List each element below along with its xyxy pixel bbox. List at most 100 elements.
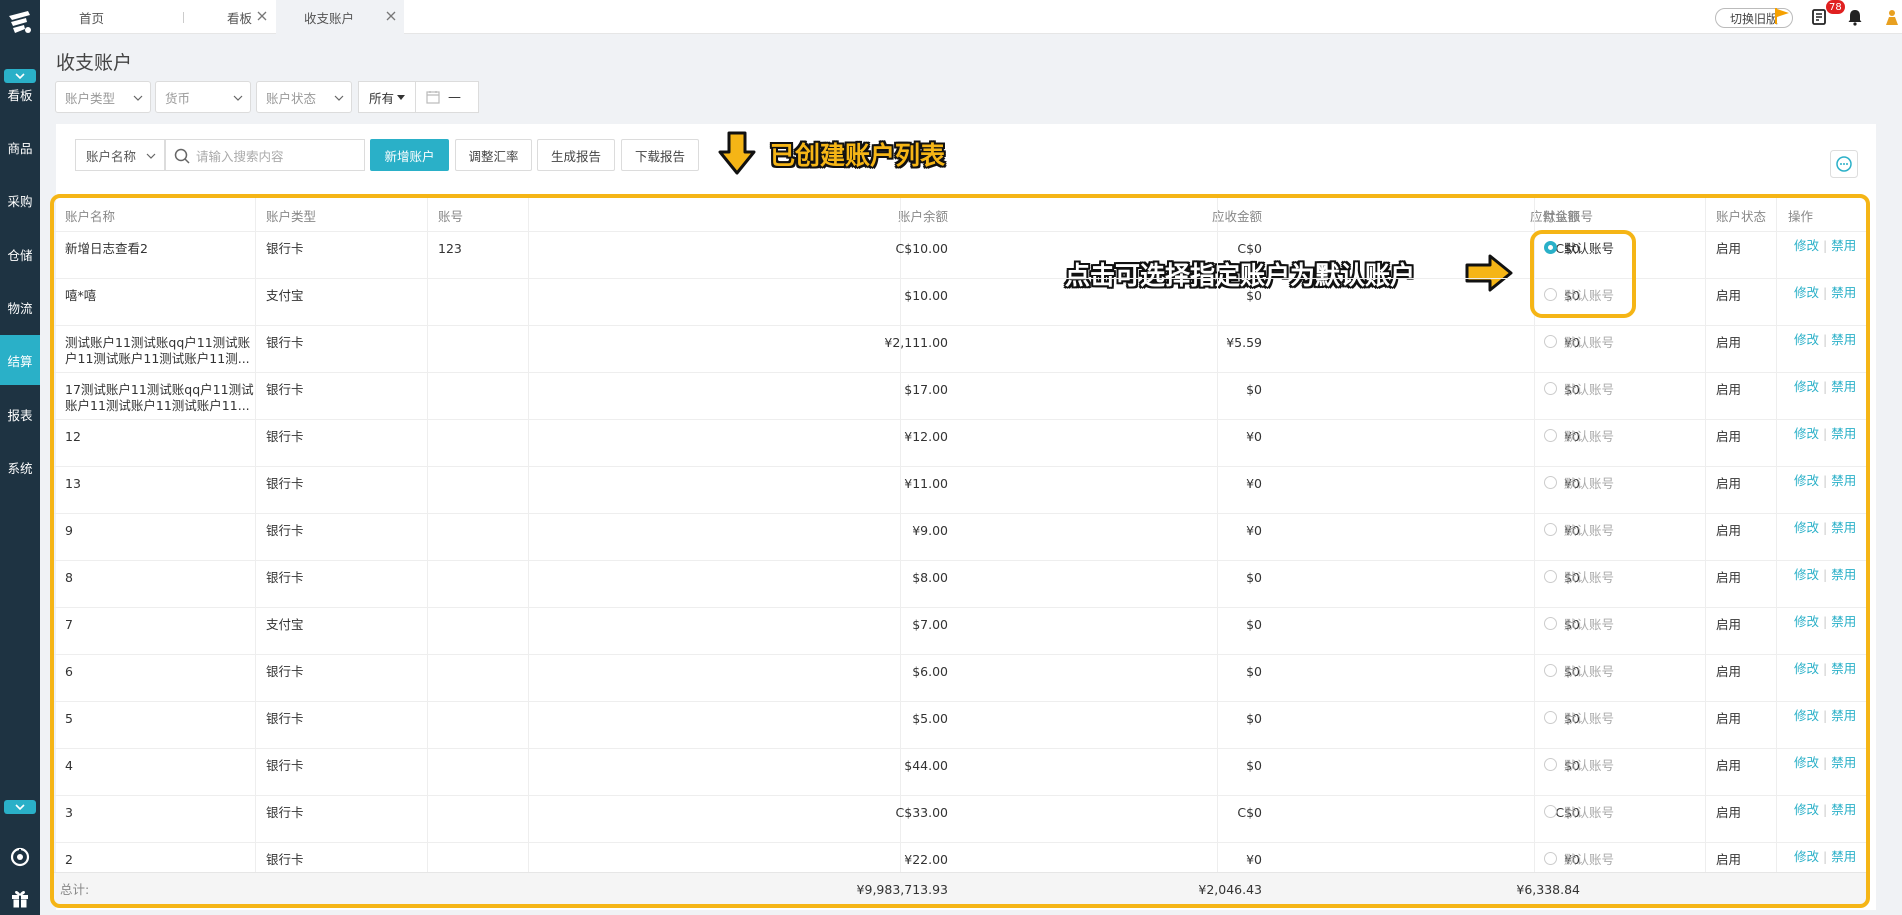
table-row[interactable]: 12 银行卡 ¥12.00 ¥0 ¥0 默认账号 启用 修改 | 禁用: [54, 420, 1866, 467]
edit-link[interactable]: 修改: [1794, 661, 1819, 677]
disable-link[interactable]: 禁用: [1831, 473, 1856, 489]
close-icon[interactable]: [256, 10, 268, 22]
download-report-button[interactable]: 下载报告: [621, 139, 699, 171]
radio-icon[interactable]: [1544, 288, 1557, 301]
tab-home[interactable]: 首页: [40, 0, 143, 34]
default-account-radio[interactable]: 默认账号: [1544, 561, 1614, 608]
disable-link[interactable]: 禁用: [1831, 285, 1856, 301]
default-account-radio[interactable]: 默认账号: [1544, 702, 1614, 749]
date-scope-select[interactable]: 所有: [358, 81, 416, 113]
payable-amount: ¥0: [1564, 335, 1580, 350]
edit-link[interactable]: 修改: [1794, 802, 1819, 818]
currency-select[interactable]: 货币: [155, 81, 251, 113]
gift-icon[interactable]: [10, 888, 30, 908]
table-row[interactable]: 6 银行卡 $6.00 $0 $0 默认账号 启用 修改 | 禁用: [54, 655, 1866, 702]
default-account-radio[interactable]: 默认账号: [1544, 373, 1614, 420]
close-icon[interactable]: [385, 10, 397, 22]
edit-link[interactable]: 修改: [1794, 708, 1819, 724]
table-row[interactable]: 7 支付宝 $7.00 $0 $0 默认账号 启用 修改 | 禁用: [54, 608, 1866, 655]
radio-icon[interactable]: [1544, 523, 1557, 536]
add-account-button[interactable]: 新增账户: [370, 139, 449, 171]
bell-icon[interactable]: [1846, 8, 1864, 26]
account-status-select[interactable]: 账户状态: [256, 81, 352, 113]
table-row[interactable]: 测试账户11测试账qq户11测试账 户11测试账户11测试账户11测... 银行卡 ¥…: [54, 326, 1866, 373]
support-icon[interactable]: [10, 847, 30, 867]
sidebar-item-settlement[interactable]: 结算: [0, 335, 40, 385]
table-row[interactable]: 5 银行卡 $5.00 $0 $0 默认账号 启用 修改 | 禁用: [54, 702, 1866, 749]
radio-icon[interactable]: [1544, 805, 1557, 818]
edit-link[interactable]: 修改: [1794, 755, 1819, 771]
default-account-radio[interactable]: 默认账号: [1544, 608, 1614, 655]
default-account-radio[interactable]: 默认账号: [1544, 796, 1614, 843]
table-row[interactable]: 3 银行卡 C$33.00 C$0 C$0 默认账号 启用 修改 | 禁用: [54, 796, 1866, 843]
edit-link[interactable]: 修改: [1794, 849, 1819, 865]
table-row[interactable]: 4 银行卡 $44.00 $0 $0 默认账号 启用 修改 | 禁用: [54, 749, 1866, 796]
edit-link[interactable]: 修改: [1794, 520, 1819, 536]
sidebar-item-warehouse[interactable]: 仓储: [0, 229, 40, 279]
radio-icon[interactable]: [1544, 335, 1557, 348]
edit-link[interactable]: 修改: [1794, 473, 1819, 489]
radio-icon[interactable]: [1544, 758, 1557, 771]
radio-icon[interactable]: [1544, 852, 1557, 865]
default-account-radio[interactable]: 默认账号: [1544, 326, 1614, 373]
radio-icon[interactable]: [1544, 429, 1557, 442]
sidebar-item-system[interactable]: 系统: [0, 442, 40, 492]
generate-report-button[interactable]: 生成报告: [537, 139, 615, 171]
disable-link[interactable]: 禁用: [1831, 849, 1856, 865]
radio-icon[interactable]: [1544, 382, 1557, 395]
sidebar-item-kanban[interactable]: 看板: [0, 69, 40, 119]
sidebar-collapse-bottom-button[interactable]: [4, 800, 36, 814]
table-row[interactable]: 13 银行卡 ¥11.00 ¥0 ¥0 默认账号 启用 修改 | 禁用: [54, 467, 1866, 514]
sidebar-item-product[interactable]: 商品: [0, 122, 40, 172]
disable-link[interactable]: 禁用: [1831, 426, 1856, 442]
disable-link[interactable]: 禁用: [1831, 567, 1856, 583]
disable-link[interactable]: 禁用: [1831, 332, 1856, 348]
edit-link[interactable]: 修改: [1794, 379, 1819, 395]
edit-link[interactable]: 修改: [1794, 614, 1819, 630]
edit-link[interactable]: 修改: [1794, 285, 1819, 301]
edit-link[interactable]: 修改: [1794, 426, 1819, 442]
radio-icon[interactable]: [1544, 241, 1557, 254]
edit-link[interactable]: 修改: [1794, 567, 1819, 583]
radio-icon[interactable]: [1544, 570, 1557, 583]
flag-icon[interactable]: [1773, 7, 1791, 25]
table-row[interactable]: 9 银行卡 ¥9.00 ¥0 ¥0 默认账号 启用 修改 | 禁用: [54, 514, 1866, 561]
table-row[interactable]: 17测试账户11测试账qq户11测试 账户11测试账户11测试账户11... 银行卡…: [54, 373, 1866, 420]
default-account-radio[interactable]: 默认账号: [1544, 420, 1614, 467]
search-input[interactable]: 请输入搜索内容: [165, 139, 365, 171]
radio-icon[interactable]: [1544, 617, 1557, 630]
app-logo-icon[interactable]: [6, 8, 34, 40]
default-account-radio[interactable]: 默认账号: [1544, 514, 1614, 561]
sidebar-item-logistics[interactable]: 物流: [0, 282, 40, 332]
default-account-radio[interactable]: 默认账号: [1544, 749, 1614, 796]
disable-link[interactable]: 禁用: [1831, 379, 1856, 395]
sidebar-item-report[interactable]: 报表: [0, 389, 40, 439]
user-avatar-icon[interactable]: [1883, 8, 1901, 26]
table-row[interactable]: 新增日志查看2 银行卡 123 C$10.00 C$0 C$0 默认账号 启用 修改 | 禁用: [54, 232, 1866, 279]
disable-link[interactable]: 禁用: [1831, 755, 1856, 771]
task-list-icon[interactable]: [1810, 8, 1828, 26]
disable-link[interactable]: 禁用: [1831, 802, 1856, 818]
adjust-rate-button[interactable]: 调整汇率: [455, 139, 532, 171]
radio-icon[interactable]: [1544, 711, 1557, 724]
default-account-radio[interactable]: 默认账号: [1544, 655, 1614, 702]
search-field-select[interactable]: 账户名称: [75, 139, 165, 171]
edit-link[interactable]: 修改: [1794, 238, 1819, 254]
default-account-radio[interactable]: 默认账号: [1544, 279, 1614, 326]
disable-link[interactable]: 禁用: [1831, 708, 1856, 724]
account-type-select[interactable]: 账户类型: [55, 81, 151, 113]
disable-link[interactable]: 禁用: [1831, 661, 1856, 677]
edit-link[interactable]: 修改: [1794, 332, 1819, 348]
radio-icon[interactable]: [1544, 476, 1557, 489]
disable-link[interactable]: 禁用: [1831, 520, 1856, 536]
table-row[interactable]: 嘻*嘻 支付宝 $10.00 $0 $0 默认账号 启用 修改 | 禁用: [54, 279, 1866, 326]
default-account-radio[interactable]: 默认账号: [1544, 467, 1614, 514]
default-account-radio[interactable]: 默认账号: [1544, 232, 1614, 279]
disable-link[interactable]: 禁用: [1831, 614, 1856, 630]
disable-link[interactable]: 禁用: [1831, 238, 1856, 254]
date-range-picker[interactable]: —: [415, 81, 479, 113]
sidebar-item-purchase[interactable]: 采购: [0, 175, 40, 225]
table-row[interactable]: 8 银行卡 $8.00 $0 $0 默认账号 启用 修改 | 禁用: [54, 561, 1866, 608]
radio-icon[interactable]: [1544, 664, 1557, 677]
column-settings-icon[interactable]: [1830, 150, 1858, 178]
